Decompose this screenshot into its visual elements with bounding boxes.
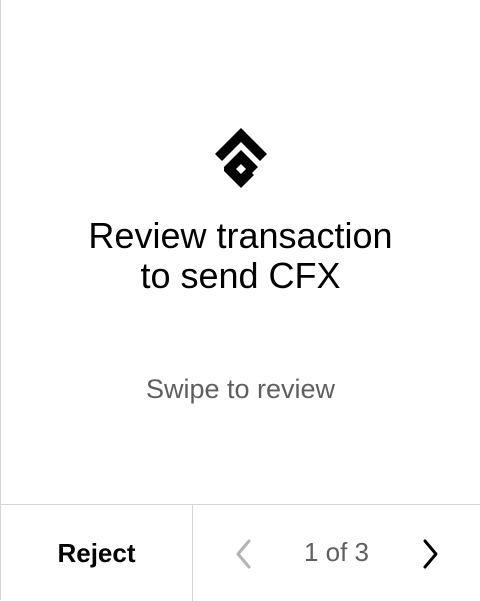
page-navigation: 1 of 3 bbox=[193, 505, 480, 601]
page-title: Review transaction to send CFX bbox=[1, 216, 480, 296]
title-line-1: Review transaction bbox=[88, 215, 393, 256]
footer-bar: Reject 1 of 3 bbox=[1, 504, 480, 601]
chevron-right-icon[interactable] bbox=[415, 537, 445, 571]
title-line-2: to send CFX bbox=[140, 255, 341, 296]
reject-button[interactable]: Reject bbox=[1, 505, 193, 601]
review-screen: Review transaction to send CFX Swipe to … bbox=[0, 0, 480, 601]
conflux-logo-icon bbox=[215, 128, 267, 188]
swipe-hint: Swipe to review bbox=[145, 374, 336, 404]
